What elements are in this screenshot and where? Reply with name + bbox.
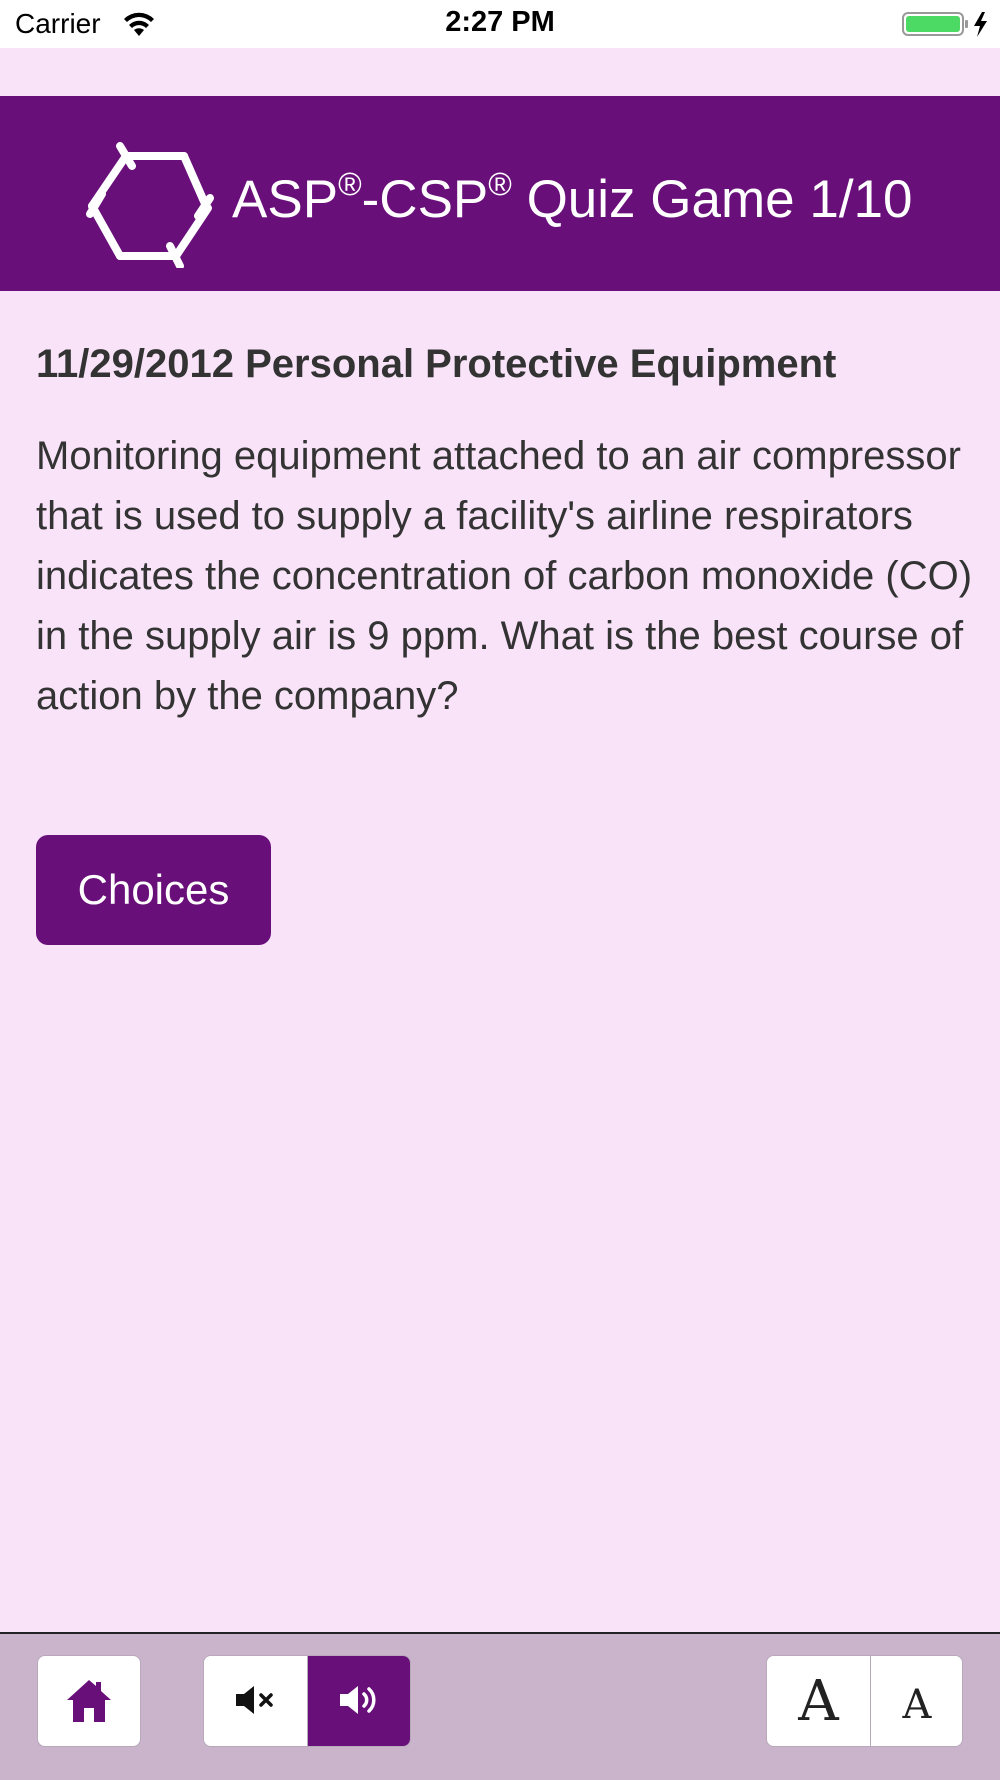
font-smaller-button[interactable]: A <box>871 1656 962 1746</box>
status-bar: Carrier 2:27 PM <box>0 0 1000 48</box>
home-button[interactable] <box>37 1655 141 1747</box>
home-icon <box>67 1680 111 1722</box>
question-heading: 11/29/2012 Personal Protective Equipment <box>36 342 837 386</box>
question-text: Monitoring equipment attached to an air … <box>36 434 973 718</box>
sound-toggle-group <box>203 1655 411 1747</box>
speaker-mute-icon <box>235 1685 273 1714</box>
battery-charging-icon <box>902 12 987 37</box>
sound-on-button[interactable] <box>308 1656 410 1746</box>
status-time: 2:27 PM <box>445 6 555 38</box>
page-title: ASP®-CSP® Quiz Game 1/10 <box>232 166 913 229</box>
mute-button[interactable] <box>204 1656 308 1746</box>
font-size-group: A A <box>766 1655 963 1747</box>
speaker-on-icon <box>340 1685 376 1714</box>
choices-button[interactable]: Choices <box>36 835 271 945</box>
font-larger-button[interactable]: A <box>767 1656 871 1746</box>
hexagon-logo-icon <box>86 142 214 268</box>
